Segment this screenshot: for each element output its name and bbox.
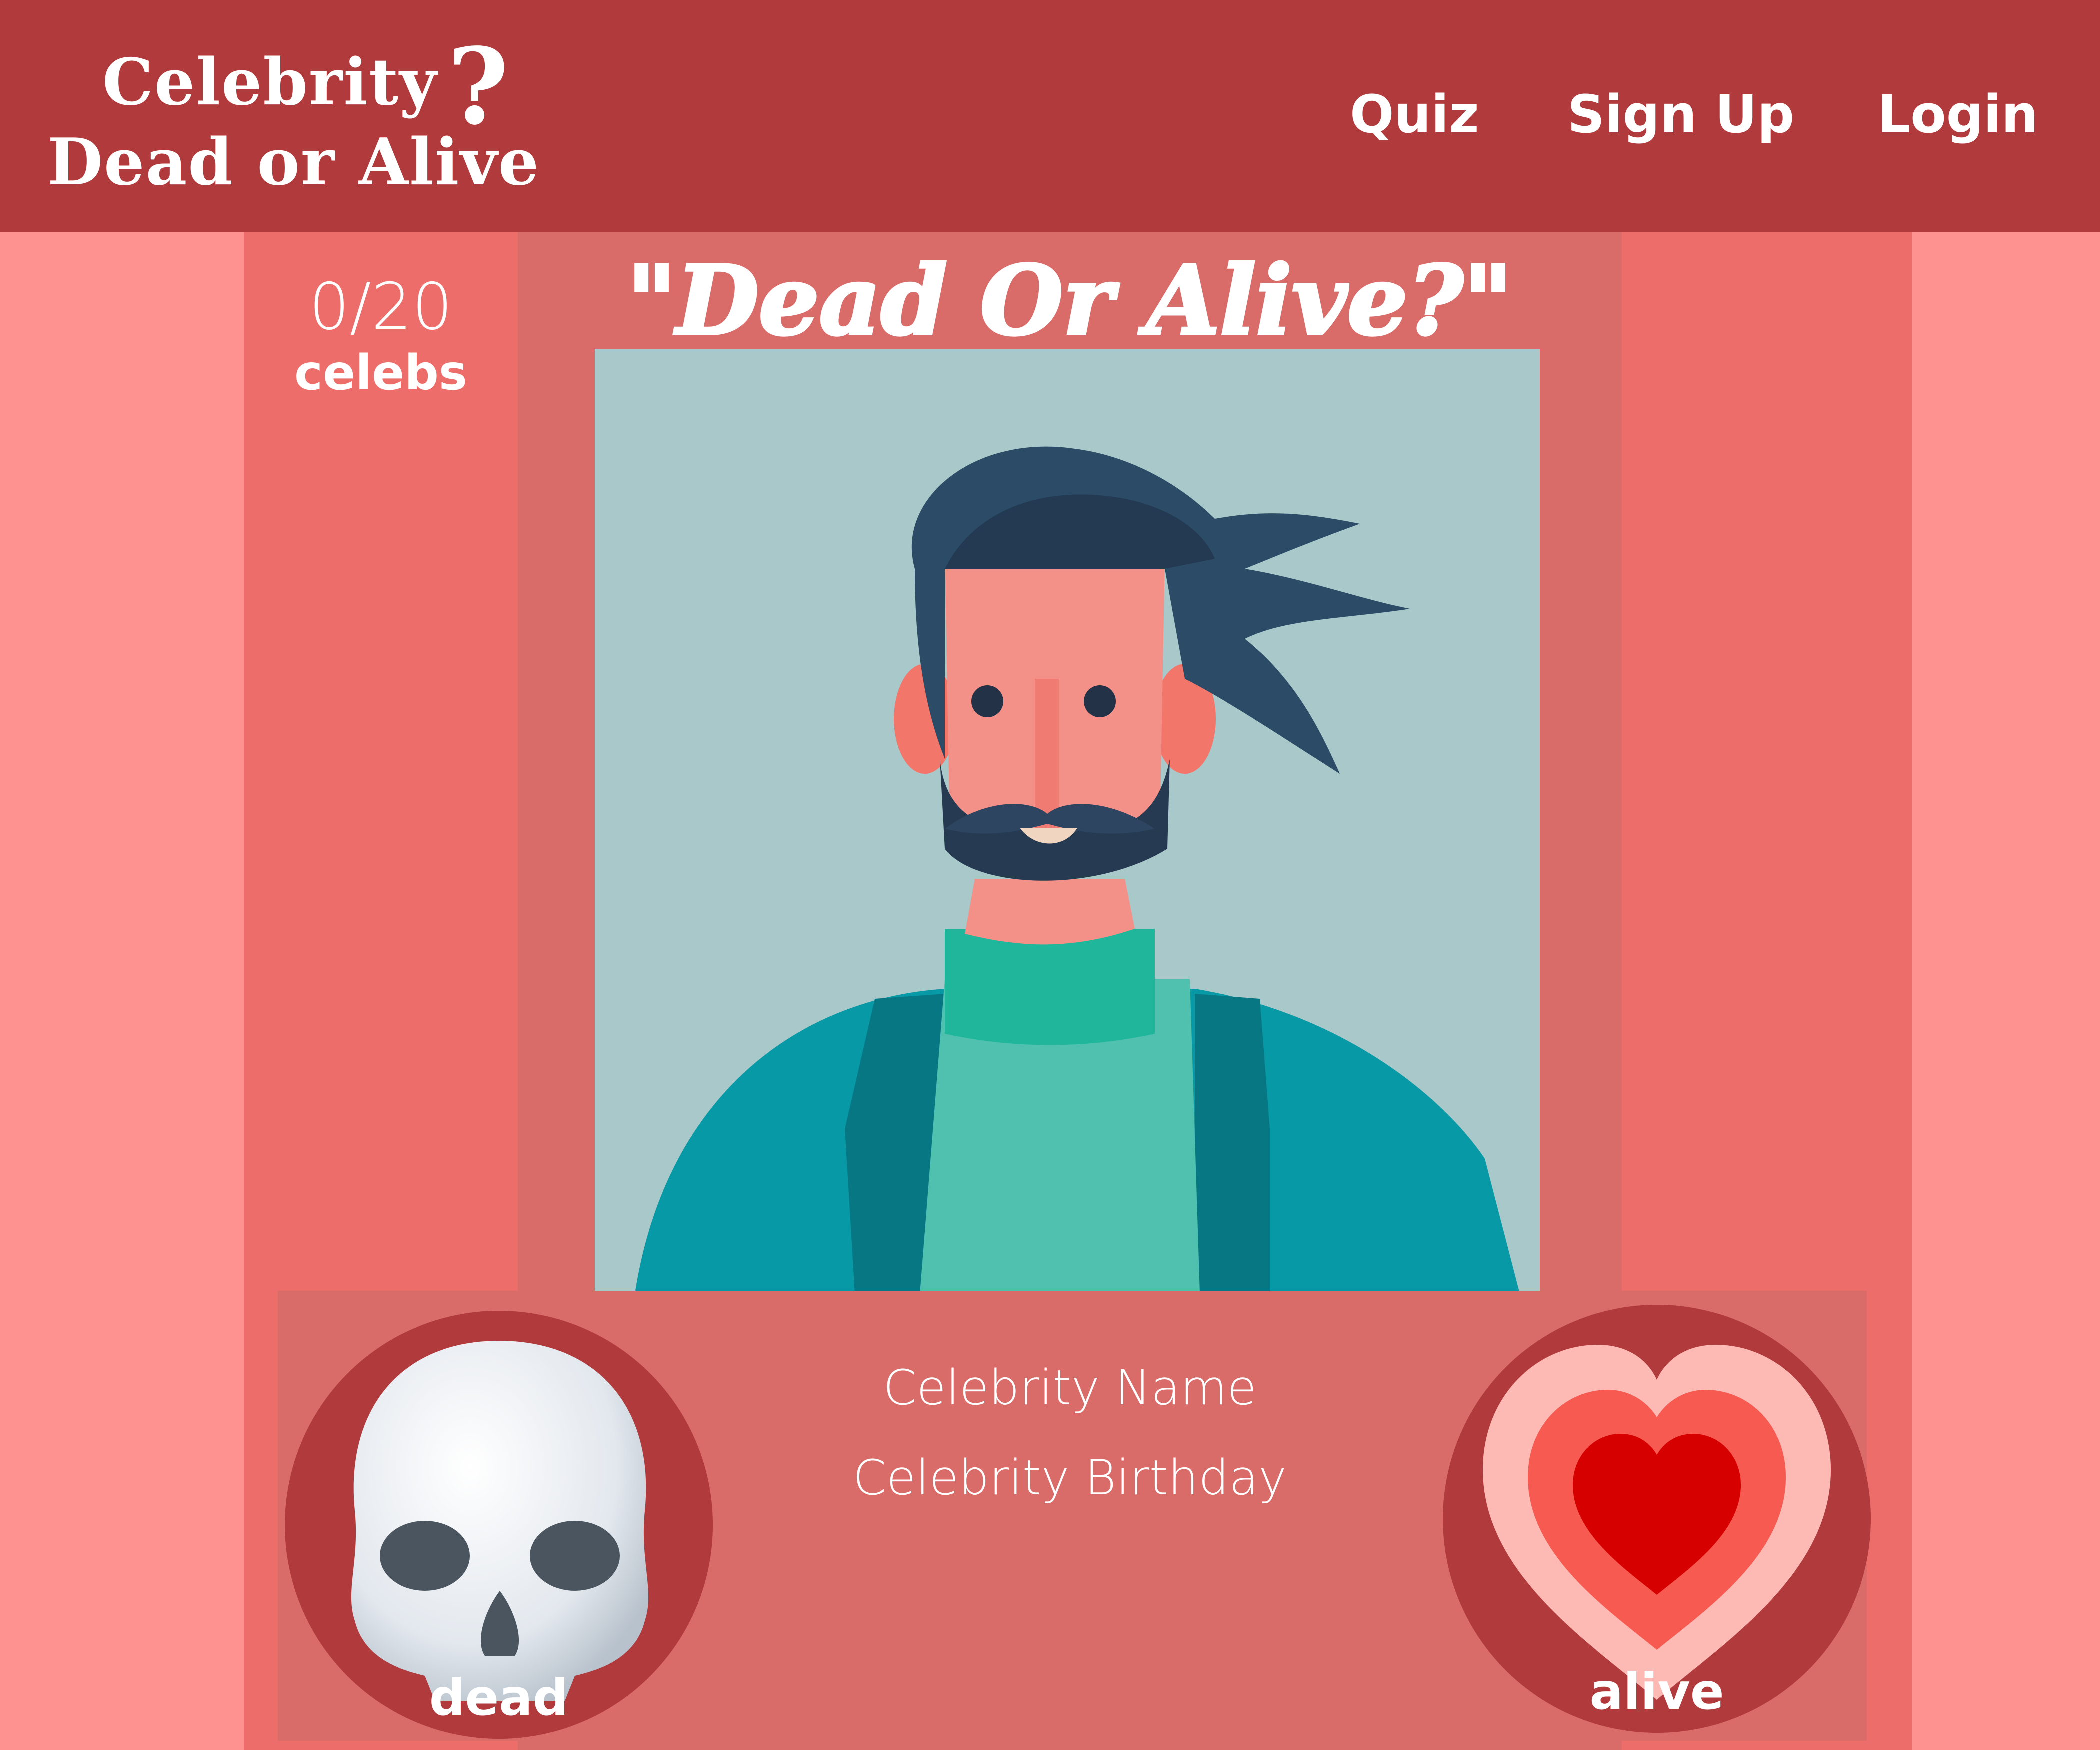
quiz-title: "Dead Or Alive?" <box>626 244 1514 358</box>
score-counter: 0/20 <box>309 270 453 344</box>
logo-line-1: Celebrity <box>102 45 438 120</box>
nav-login-link[interactable]: Login <box>1878 84 2038 145</box>
dead-button[interactable]: dead <box>285 1311 713 1739</box>
avatar-illustration <box>635 446 1520 1294</box>
site-logo[interactable]: Celebrity ? Dead or Alive <box>48 25 539 205</box>
nav-quiz-link[interactable]: Quiz <box>1350 84 1480 145</box>
alive-label: alive <box>1590 1662 1724 1721</box>
nav-signup-link[interactable]: Sign Up <box>1568 84 1794 145</box>
logo-line-2: Dead or Alive <box>48 125 540 200</box>
score-label: celebs <box>294 345 468 401</box>
top-nav-bar: Celebrity ? Dead or Alive Quiz Sign Up L… <box>0 0 2100 232</box>
alive-button[interactable]: alive <box>1443 1305 1871 1733</box>
celebrity-portrait <box>595 349 1540 1294</box>
dead-label: dead <box>429 1668 569 1727</box>
